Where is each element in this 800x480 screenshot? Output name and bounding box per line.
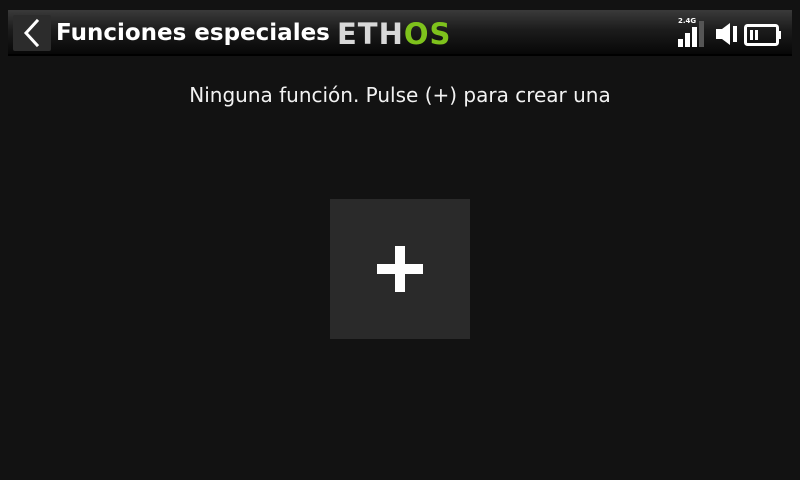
ethos-logo: ETHOS [337,17,452,51]
special-functions-screen: Funciones especiales ETHOS 2.4G Ninguna … [0,0,800,480]
empty-state-message: Ninguna función. Pulse (+) para crear un… [189,83,611,107]
header-bar: Funciones especiales ETHOS 2.4G [8,10,792,56]
add-function-button[interactable] [330,199,470,339]
back-button[interactable] [13,15,51,51]
page-title: Funciones especiales [56,20,330,46]
signal-bar [699,21,704,47]
signal-bars [678,21,704,47]
chevron-left-icon [23,18,40,48]
signal-bars-icon: 2.4G [678,17,710,49]
status-icons: 2.4G [678,17,782,49]
logo-text-os: OS [403,17,452,51]
signal-bar [678,39,683,47]
battery-icon [744,24,781,46]
logo-text-eth: ETH [337,17,404,51]
speaker-icon [716,23,737,45]
signal-bar [685,33,690,47]
plus-icon [377,246,423,292]
signal-bar [692,27,697,47]
